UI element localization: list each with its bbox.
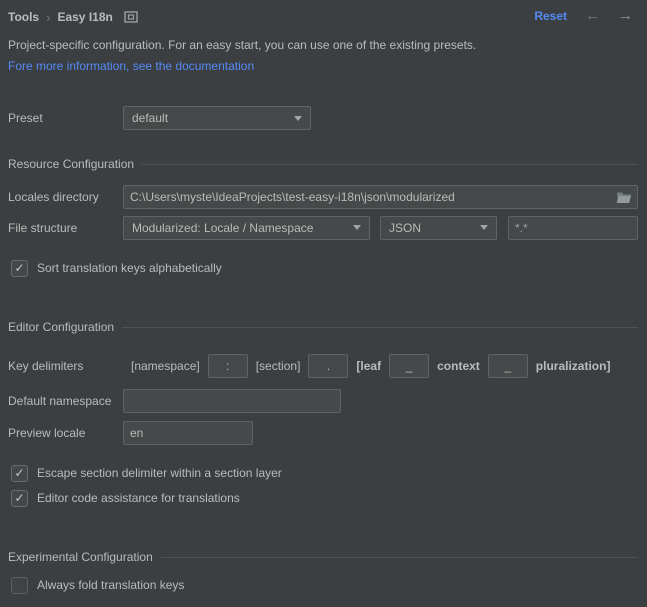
context-text: context	[437, 359, 480, 373]
preset-row: Preset default	[8, 106, 311, 130]
fold-keys-checkbox-row: Always fold translation keys	[11, 576, 184, 594]
file-format-dropdown-value: JSON	[389, 221, 474, 235]
preset-dropdown-value: default	[132, 111, 288, 125]
file-structure-row: File structure Modularized: Locale / Nam…	[8, 215, 638, 240]
forward-arrow-icon[interactable]: →	[618, 8, 633, 23]
file-structure-dropdown[interactable]: Modularized: Locale / Namespace	[123, 216, 370, 240]
section-bracket-text: [section]	[256, 359, 301, 373]
locales-directory-input[interactable]	[124, 186, 611, 208]
preset-dropdown[interactable]: default	[123, 106, 311, 130]
key-delimiters-label: Key delimiters	[8, 359, 123, 373]
open-in-dialog-icon[interactable]	[124, 11, 138, 23]
section-divider	[122, 327, 638, 328]
breadcrumb-easy-i18n: Easy I18n	[57, 10, 112, 24]
fold-keys-checkbox[interactable]	[11, 577, 28, 594]
escape-delimiter-checkbox-label[interactable]: Escape section delimiter within a sectio…	[37, 466, 282, 480]
code-assistance-checkbox-row: ✓ Editor code assistance for translation…	[11, 489, 240, 507]
escape-delimiter-checkbox[interactable]: ✓	[11, 465, 28, 482]
fold-keys-checkbox-label[interactable]: Always fold translation keys	[37, 578, 184, 592]
browse-folder-icon[interactable]	[611, 186, 637, 208]
section-delimiter-input[interactable]	[308, 354, 348, 378]
reset-button[interactable]: Reset	[534, 9, 567, 23]
breadcrumb-chevron-icon: ›	[46, 10, 50, 25]
chevron-down-icon	[353, 225, 361, 230]
sort-keys-checkbox-row: ✓ Sort translation keys alphabetically	[11, 259, 222, 277]
code-assistance-checkbox-label[interactable]: Editor code assistance for translations	[37, 491, 240, 505]
preview-locale-input[interactable]	[123, 421, 253, 445]
header-actions: Reset ← →	[534, 8, 633, 23]
key-delimiters-row: Key delimiters [namespace] [section] [le…	[8, 353, 610, 378]
experimental-configuration-section-header: Experimental Configuration	[8, 550, 638, 564]
editor-configuration-section-header: Editor Configuration	[8, 320, 638, 334]
sort-keys-checkbox-label[interactable]: Sort translation keys alphabetically	[37, 261, 222, 275]
namespace-delimiter-input[interactable]	[208, 354, 248, 378]
preview-locale-label: Preview locale	[8, 426, 123, 440]
default-namespace-row: Default namespace	[8, 389, 341, 413]
easy-i18n-settings-page: Tools › Easy I18n Reset ← → Project-spec…	[0, 0, 647, 607]
breadcrumb: Tools › Easy I18n	[8, 8, 138, 26]
plural-delimiter-input[interactable]	[488, 354, 528, 378]
pluralization-bracket-text: pluralization]	[536, 359, 611, 373]
preset-label: Preset	[8, 111, 123, 125]
section-divider	[142, 164, 638, 165]
sort-keys-checkbox[interactable]: ✓	[11, 260, 28, 277]
chevron-down-icon	[294, 116, 302, 121]
code-assistance-checkbox[interactable]: ✓	[11, 490, 28, 507]
locales-directory-field-wrap	[123, 185, 638, 209]
locales-directory-label: Locales directory	[8, 190, 123, 204]
leaf-bracket-text: [leaf	[356, 359, 381, 373]
documentation-link[interactable]: Fore more information, see the documenta…	[8, 59, 254, 73]
file-structure-label: File structure	[8, 221, 123, 235]
default-namespace-input[interactable]	[123, 389, 341, 413]
section-divider	[161, 557, 638, 558]
section-title: Experimental Configuration	[8, 550, 153, 564]
resource-configuration-section-header: Resource Configuration	[8, 157, 638, 171]
file-structure-dropdown-value: Modularized: Locale / Namespace	[132, 221, 347, 235]
file-format-dropdown[interactable]: JSON	[380, 216, 497, 240]
locales-directory-row: Locales directory	[8, 185, 638, 209]
namespace-bracket-text: [namespace]	[131, 359, 200, 373]
section-title: Resource Configuration	[8, 157, 134, 171]
section-title: Editor Configuration	[8, 320, 114, 334]
escape-delimiter-checkbox-row: ✓ Escape section delimiter within a sect…	[11, 464, 282, 482]
context-delimiter-input[interactable]	[389, 354, 429, 378]
default-namespace-label: Default namespace	[8, 394, 123, 408]
description-text: Project-specific configuration. For an e…	[8, 38, 476, 52]
chevron-down-icon	[480, 225, 488, 230]
back-arrow-icon[interactable]: ←	[585, 8, 600, 23]
breadcrumb-tools[interactable]: Tools	[8, 10, 39, 24]
preview-locale-row: Preview locale	[8, 421, 253, 445]
file-pattern-input[interactable]	[508, 216, 638, 240]
